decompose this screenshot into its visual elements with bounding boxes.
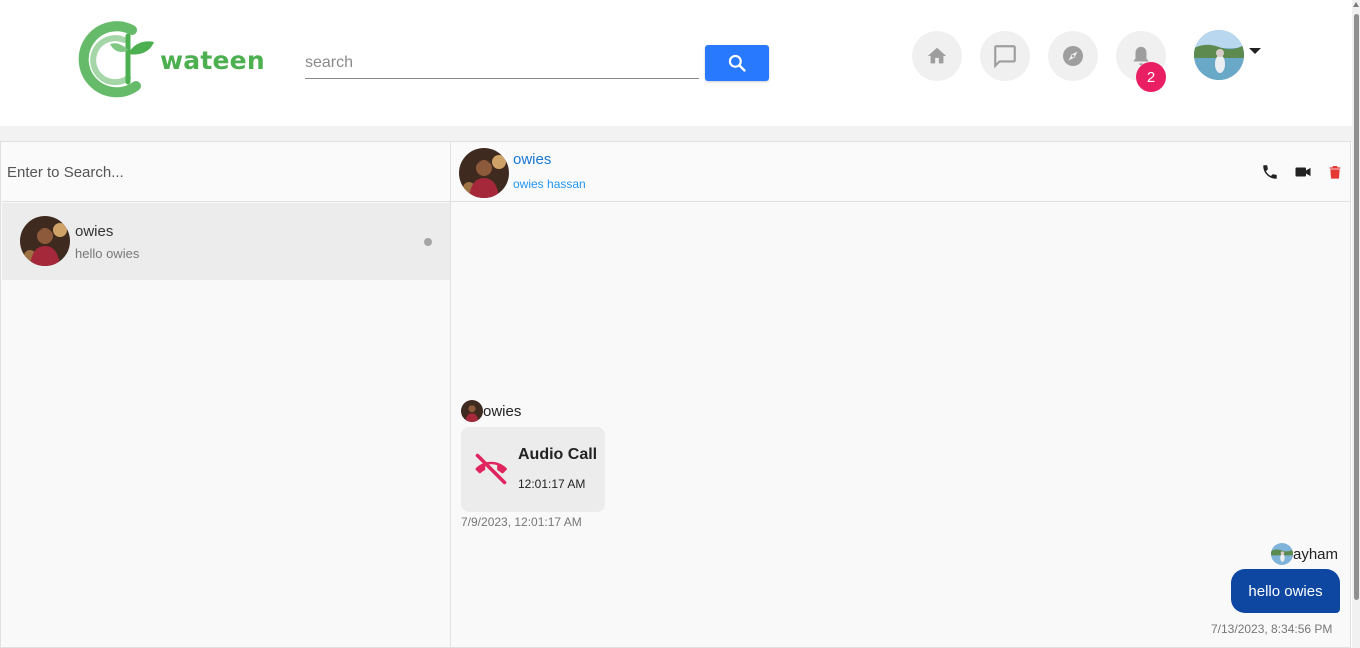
call-time: 12:01:17 AM — [518, 477, 586, 491]
conversation-last-message: hello owies — [75, 246, 140, 261]
message-timestamp: 7/9/2023, 12:01:17 AM — [461, 515, 582, 529]
chat-icon — [994, 45, 1016, 69]
video-call-button[interactable] — [1293, 163, 1313, 181]
home-icon — [927, 47, 947, 64]
page: wateen search 2 Enter to Search... owies… — [0, 0, 1360, 648]
scrollbar-thumb[interactable] — [1354, 14, 1359, 600]
nav-home-button[interactable] — [912, 31, 962, 81]
status-dot — [424, 238, 432, 246]
video-icon — [1295, 167, 1311, 177]
delete-chat-button[interactable] — [1327, 163, 1343, 181]
notification-badge: 2 — [1136, 62, 1166, 92]
search-icon — [728, 54, 746, 72]
sender-name: owies — [483, 402, 522, 420]
nav-explore-button[interactable] — [1048, 31, 1098, 81]
chat-panel: owies owies hassan owies Audio Call 12:0… — [450, 141, 1351, 648]
contact-photo — [459, 148, 509, 198]
brand-logo[interactable]: wateen — [76, 20, 265, 100]
contact-photo — [20, 216, 70, 266]
brand-name: wateen — [160, 45, 265, 75]
caret-down-icon[interactable] — [1249, 48, 1261, 54]
scroll-up-arrow-icon[interactable] — [1353, 2, 1359, 7]
explore-icon — [1063, 46, 1083, 66]
avatar — [1271, 543, 1293, 565]
trash-icon — [1329, 166, 1341, 179]
call-message-card[interactable]: Audio Call 12:01:17 AM — [461, 427, 605, 512]
avatar — [461, 400, 483, 422]
search-button[interactable] — [705, 45, 769, 81]
contact-photo — [461, 400, 483, 422]
message-timestamp: 7/13/2023, 8:34:56 PM — [1211, 622, 1333, 636]
search-field — [305, 44, 699, 79]
audio-call-button[interactable] — [1261, 163, 1279, 181]
avatar[interactable] — [459, 148, 509, 198]
profile-photo — [1194, 30, 1244, 80]
logo-icon — [78, 21, 154, 98]
search-input[interactable] — [305, 44, 699, 78]
call-label: Audio Call — [518, 446, 598, 463]
chat-contact-fullname: owies hassan — [513, 177, 586, 191]
conversation-sidebar: owies hello owies — [0, 141, 451, 648]
content-divider — [0, 126, 1352, 142]
message-sender: ayham — [1271, 543, 1338, 565]
profile-photo — [1271, 543, 1293, 565]
sender-name: ayham — [1293, 545, 1339, 563]
conversation-search-input[interactable] — [2, 143, 451, 201]
chat-header: owies owies hassan — [451, 142, 1350, 202]
chat-contact-name[interactable]: owies — [513, 151, 551, 168]
missed-call-icon — [475, 453, 507, 485]
profile-avatar[interactable] — [1194, 30, 1244, 80]
conversation-item[interactable]: owies hello owies — [2, 203, 451, 280]
avatar — [20, 216, 70, 266]
phone-icon — [1263, 165, 1277, 179]
nav-messages-button[interactable] — [980, 31, 1030, 81]
top-navbar: wateen search 2 — [0, 0, 1352, 126]
outgoing-message-bubble[interactable]: hello owies — [1231, 569, 1340, 613]
message-sender: owies — [461, 400, 521, 422]
conversation-name: owies — [75, 223, 114, 240]
conversation-search — [2, 143, 451, 202]
